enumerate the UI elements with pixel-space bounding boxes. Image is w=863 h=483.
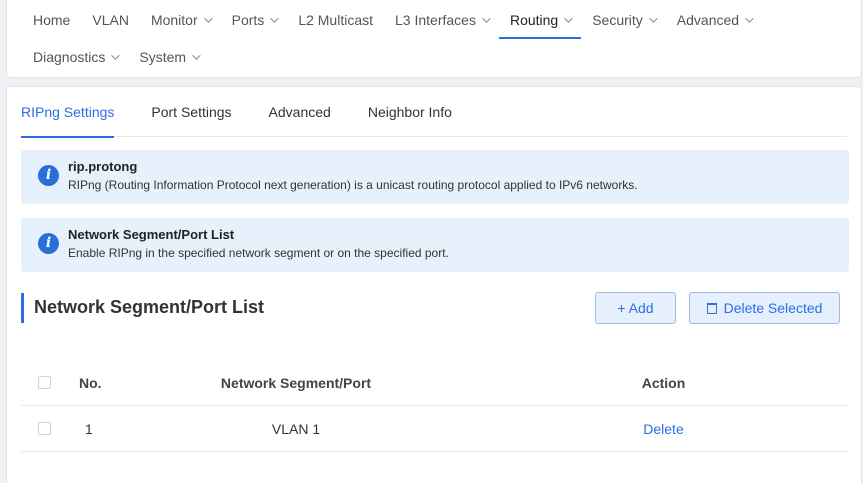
nav-item-security[interactable]: Security	[581, 2, 666, 38]
row-number: 1	[85, 421, 93, 437]
info-alert-port-list: i Network Segment/Port List Enable RIPng…	[21, 218, 849, 272]
delete-selected-label: Delete Selected	[723, 300, 823, 316]
tab-neighbor-info[interactable]: Neighbor Info	[368, 87, 452, 137]
tab-ripng-settings[interactable]: RIPng Settings	[21, 87, 115, 138]
alert-description: RIPng (Routing Information Protocol next…	[68, 178, 638, 192]
nav-item-label: Diagnostics	[33, 49, 106, 65]
nav-item-monitor[interactable]: Monitor	[140, 2, 221, 38]
row-segment: VLAN 1	[271, 421, 321, 437]
info-icon: i	[38, 165, 59, 186]
nav-item-label: Monitor	[150, 12, 198, 28]
tab-port-settings[interactable]: Port Settings	[151, 87, 231, 137]
nav-item-l2-multicast[interactable]: L2 Multicast	[287, 2, 384, 38]
nav-item-label: Routing	[509, 12, 559, 28]
nav-item-label: L3 Interfaces	[395, 12, 476, 28]
alert-title: rip.protong	[68, 159, 138, 174]
tab-bar: RIPng Settings Port Settings Advanced Neigh…	[21, 87, 847, 138]
nav-item-l3-interfaces[interactable]: L3 Interfaces	[384, 2, 499, 38]
nav-item-diagnostics[interactable]: Diagnostics	[22, 39, 128, 75]
chevron-down-icon	[203, 14, 213, 23]
row-delete-link[interactable]: Delete	[621, 406, 706, 452]
nav-item-label: Advanced	[676, 12, 740, 28]
select-all-checkbox[interactable]	[38, 376, 51, 389]
chevron-down-icon	[648, 14, 658, 23]
chevron-down-icon	[482, 14, 491, 23]
nav-item-system[interactable]: System	[128, 39, 209, 75]
nav-item-label: VLAN	[92, 12, 129, 28]
segment-port-table: No. Network Segment/Port Action 1 VLAN 1…	[21, 360, 849, 452]
nav-row-2: Diagnostics System	[22, 39, 209, 75]
row-checkbox[interactable]	[38, 422, 51, 435]
table-header-row: No. Network Segment/Port Action	[21, 360, 849, 406]
info-icon: i	[38, 233, 59, 254]
nav-item-label: L2 Multicast	[298, 12, 374, 28]
content-panel: RIPng Settings Port Settings Advanced Neigh…	[6, 86, 862, 483]
chevron-down-icon	[270, 14, 279, 23]
chevron-down-icon	[192, 51, 201, 60]
nav-item-label: Security	[592, 12, 643, 28]
section-title: Network Segment/Port List	[34, 297, 265, 317]
tab-advanced[interactable]: Advanced	[269, 87, 331, 137]
nav-item-label: Ports	[231, 12, 265, 28]
top-navigation: Home VLAN Monitor Ports L2 Multicast L3 Inter…	[6, 0, 862, 78]
delete-selected-button[interactable]: Delete Selected	[689, 292, 840, 324]
trash-icon	[706, 302, 717, 314]
chevron-down-icon	[745, 14, 754, 23]
column-header-segment: Network Segment/Port	[220, 375, 372, 391]
chevron-down-icon	[111, 51, 121, 60]
nav-item-vlan[interactable]: VLAN	[81, 2, 140, 38]
alert-description: Enable RIPng in the specified network se…	[68, 246, 449, 260]
section-accent-bar	[21, 293, 24, 323]
add-button[interactable]: + Add	[595, 292, 676, 324]
nav-item-label: Home	[33, 12, 71, 28]
nav-item-ports[interactable]: Ports	[221, 2, 288, 38]
nav-row-1: Home VLAN Monitor Ports L2 Multicast L3 Inter…	[22, 2, 762, 39]
chevron-down-icon	[564, 14, 573, 23]
nav-item-advanced[interactable]: Advanced	[666, 2, 762, 38]
column-header-no: No.	[79, 375, 102, 391]
nav-item-routing[interactable]: Routing	[498, 2, 582, 39]
alert-title: Network Segment/Port List	[68, 227, 235, 242]
info-alert-protocol: i rip.protong RIPng (Routing Information…	[21, 150, 849, 204]
nav-item-home[interactable]: Home	[22, 2, 81, 38]
column-header-action: Action	[641, 375, 686, 391]
table-row: 1 VLAN 1 Delete	[21, 406, 849, 452]
nav-item-label: System	[139, 49, 187, 65]
add-button-label: + Add	[617, 300, 654, 316]
